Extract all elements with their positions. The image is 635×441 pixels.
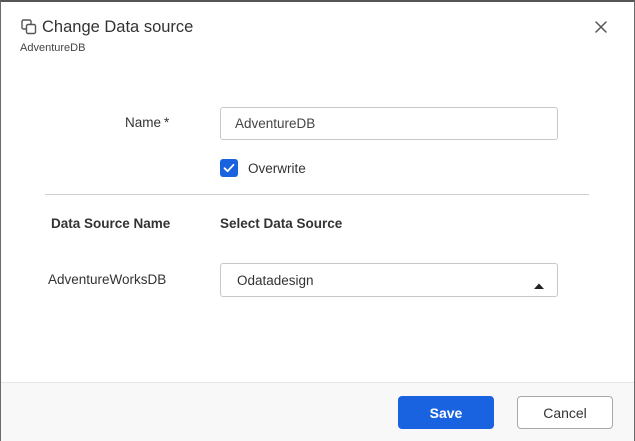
dialog-footer: Save Cancel	[1, 382, 634, 441]
name-label-text: Name	[125, 115, 162, 130]
dialog-header: Change Data source AdventureDB	[1, 2, 634, 64]
copy-icon	[21, 19, 37, 35]
overwrite-label[interactable]: Overwrite	[248, 161, 306, 176]
required-marker: *	[164, 115, 170, 130]
data-source-name: AdventureWorksDB	[48, 272, 167, 287]
dialog-title: Change Data source	[42, 18, 194, 36]
data-source-name-header: Data Source Name	[51, 216, 171, 231]
section-divider	[45, 194, 589, 195]
dialog-subtitle: AdventureDB	[20, 42, 86, 54]
change-data-source-dialog: Change Data source AdventureDB Name* Ove…	[0, 0, 635, 441]
name-input[interactable]	[220, 107, 558, 140]
data-source-selected-value: Odatadesign	[237, 273, 314, 288]
save-button[interactable]: Save	[398, 396, 494, 429]
select-data-source-header: Select Data Source	[220, 216, 343, 231]
name-label: Name *	[125, 115, 169, 130]
data-source-dropdown[interactable]: Odatadesign	[220, 263, 558, 297]
close-icon[interactable]	[593, 19, 609, 35]
checkmark-icon	[223, 163, 235, 173]
caret-up-icon	[533, 277, 545, 295]
cancel-button[interactable]: Cancel	[517, 396, 613, 429]
overwrite-checkbox[interactable]	[220, 159, 238, 177]
